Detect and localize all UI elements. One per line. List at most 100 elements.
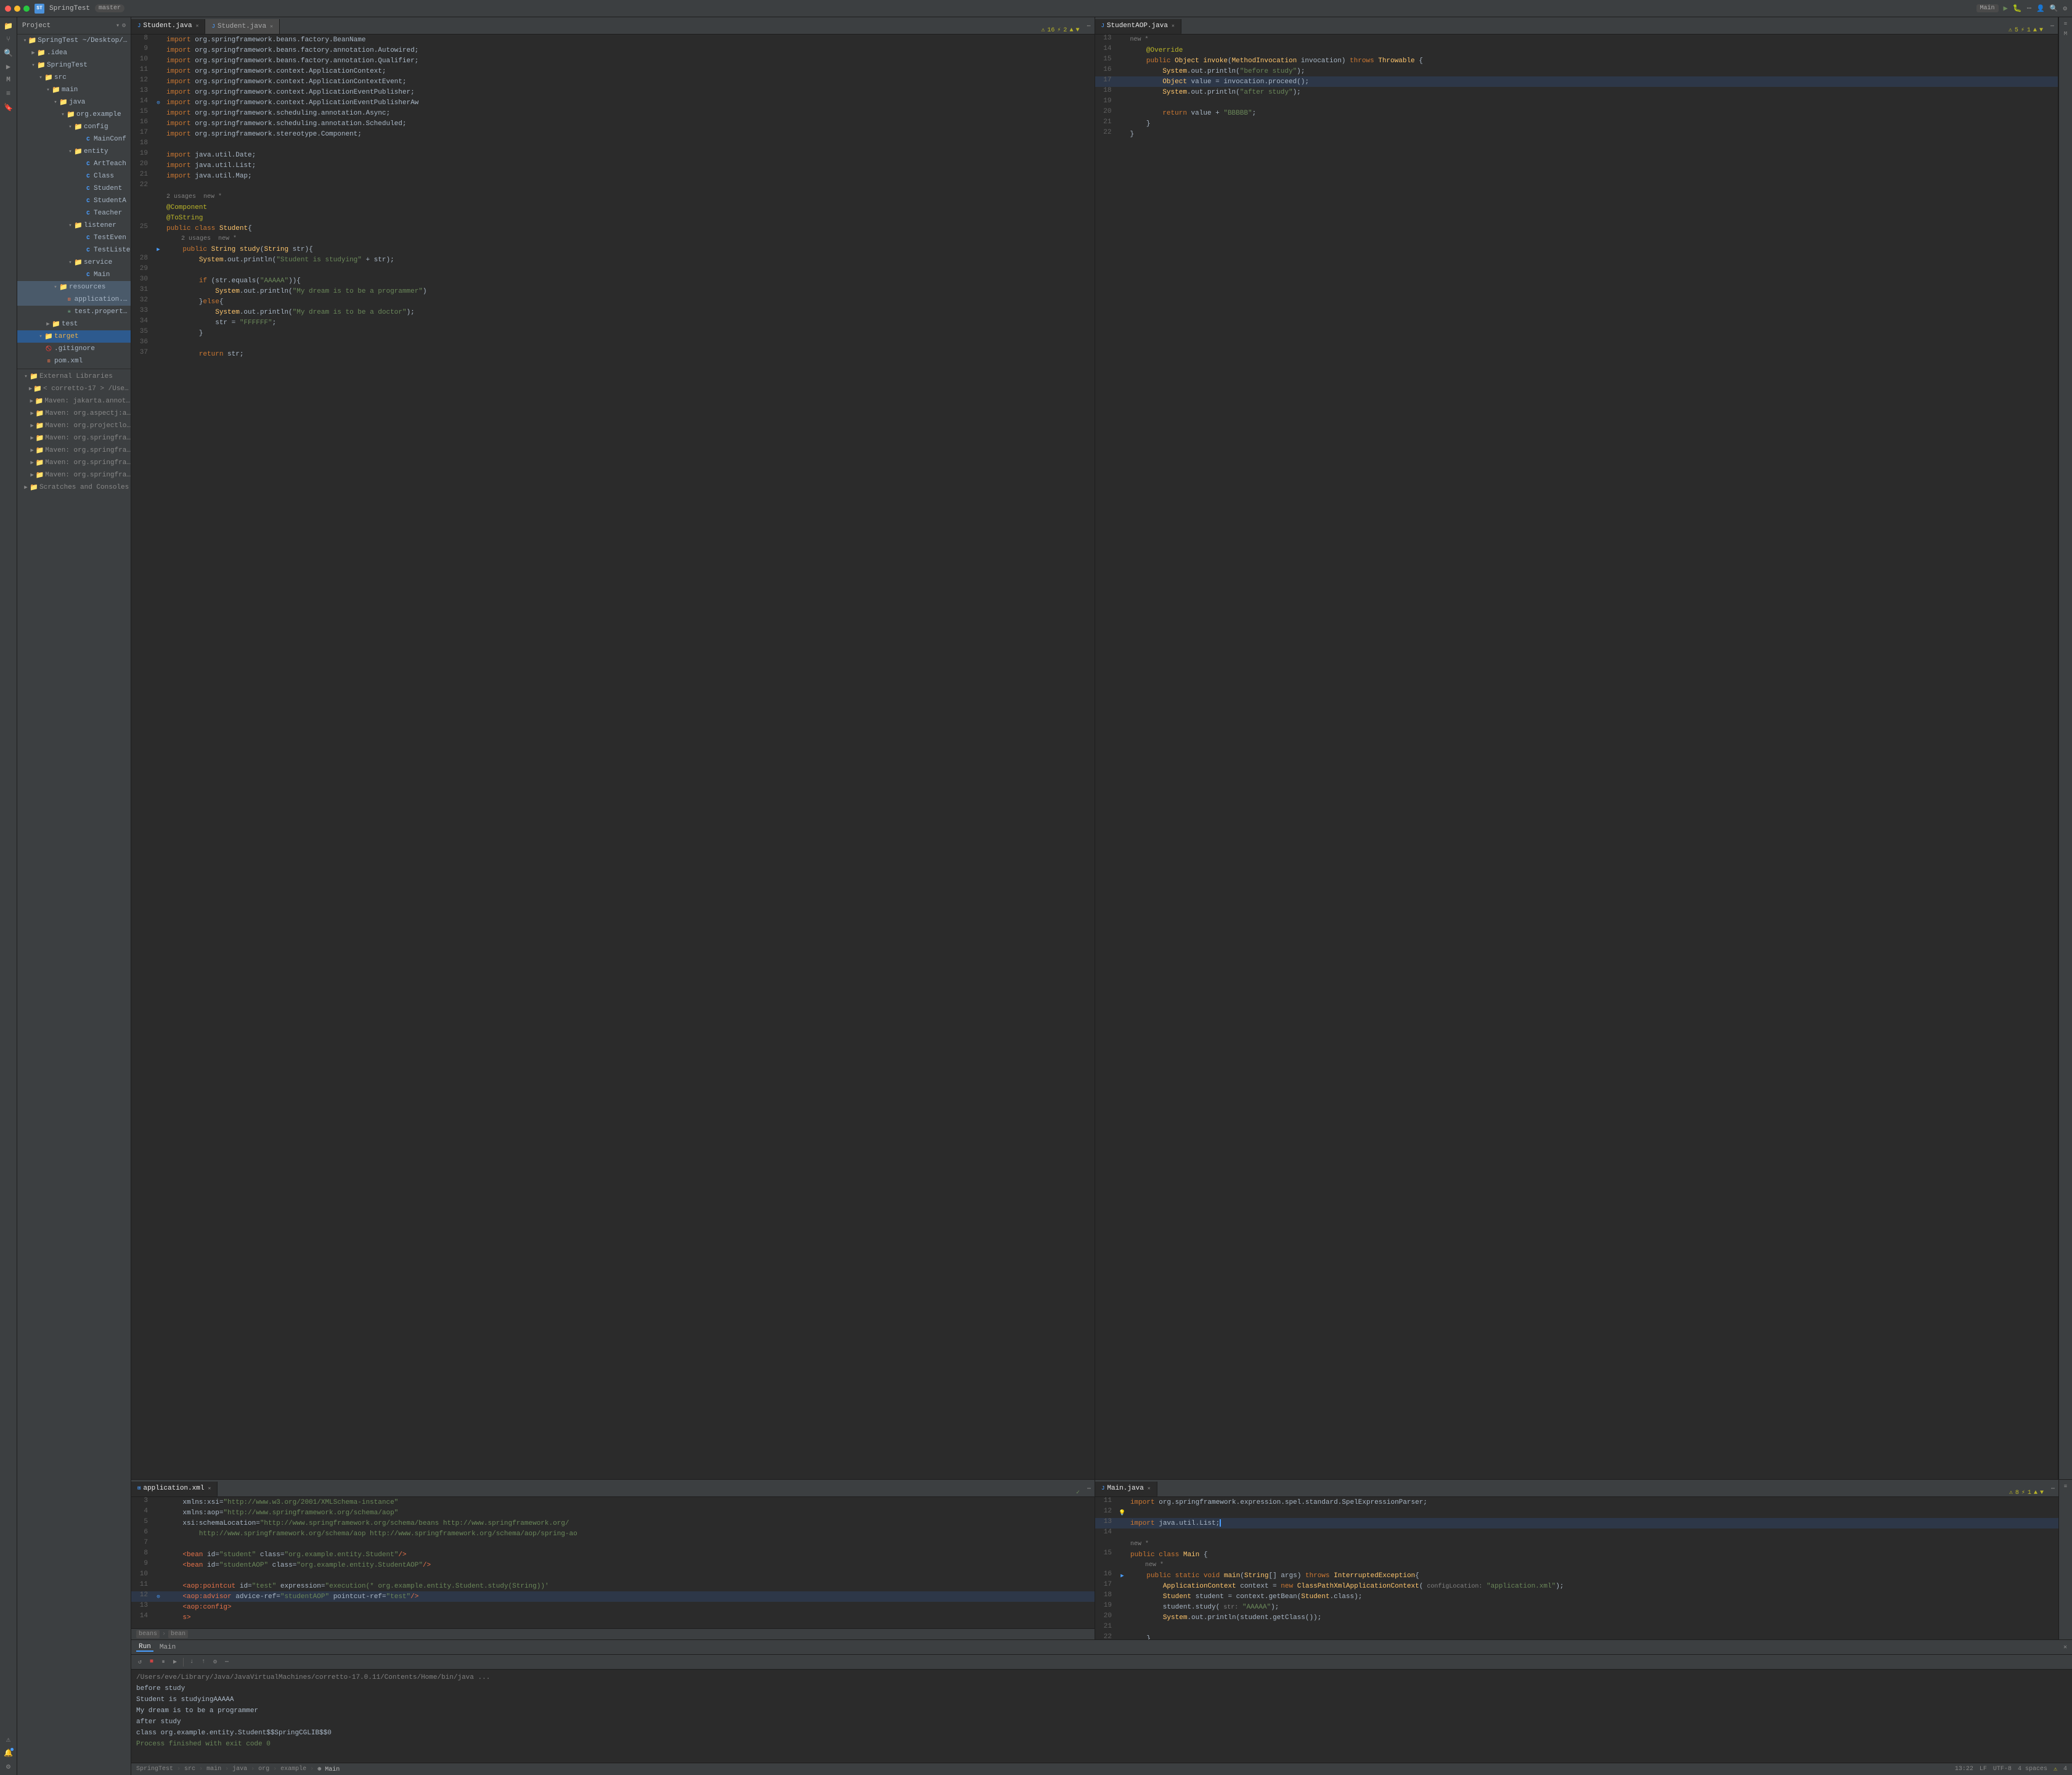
- tree-item-config[interactable]: ▾ 📁 config: [17, 121, 131, 133]
- tree-item-springtest[interactable]: ▾ 📁 SpringTest: [17, 59, 131, 71]
- tab-close-icon[interactable]: ✕: [208, 1485, 211, 1491]
- resume-button[interactable]: ▶: [170, 1657, 180, 1667]
- tree-item-test[interactable]: ▶ 📁 test: [17, 318, 131, 330]
- tab-main-java[interactable]: J Main.java ✕: [1095, 1482, 1157, 1496]
- panel-settings-icon[interactable]: ⚙: [122, 22, 126, 30]
- tab-close-icon[interactable]: ✕: [270, 23, 273, 30]
- notifications-icon[interactable]: 🔔: [2, 1747, 15, 1759]
- project-icon[interactable]: 📁: [2, 20, 15, 32]
- tree-item-main[interactable]: ▾ 📁 main: [17, 84, 131, 96]
- run-button[interactable]: ▶: [2004, 4, 2008, 13]
- pause-button[interactable]: ⏸: [158, 1657, 168, 1667]
- tree-item-main-service[interactable]: C Main: [17, 269, 131, 281]
- tab-menu-button[interactable]: ⋯: [2047, 19, 2058, 34]
- tree-item-springtest-root[interactable]: ▾ 📁 SpringTest ~/Desktop/CS/...: [17, 35, 131, 47]
- tree-item-maven-projectlombo[interactable]: ▶ 📁 Maven: org.projectlombo: [17, 420, 131, 432]
- problems-icon[interactable]: ⚠: [2, 1733, 15, 1745]
- structure-icon[interactable]: ≡: [2, 88, 15, 100]
- tree-item-listener[interactable]: ▾ 📁 listener: [17, 219, 131, 232]
- status-indent[interactable]: 4 spaces: [2018, 1766, 2047, 1773]
- run-tab-run[interactable]: Run: [136, 1643, 153, 1652]
- tab-menu-button[interactable]: ⋯: [1083, 19, 1094, 34]
- tab-student-java-2[interactable]: J Student.java ✕: [205, 19, 279, 34]
- profile-button[interactable]: 👤: [2036, 4, 2045, 13]
- tree-item-entity[interactable]: ▾ 📁 entity: [17, 145, 131, 158]
- tree-item-teacher[interactable]: C Teacher: [17, 207, 131, 219]
- commit-icon[interactable]: ⑂: [2, 33, 15, 46]
- run-debug-icon[interactable]: ▶: [2, 60, 15, 73]
- tree-item-test-properties[interactable]: ≡ test.properties: [17, 306, 131, 318]
- settings-button[interactable]: ⚙: [2063, 4, 2067, 13]
- bc-main-class[interactable]: ⊕ Main: [317, 1766, 340, 1773]
- search-button[interactable]: 🔍: [2050, 4, 2058, 13]
- tree-item-gitignore[interactable]: 🚫 .gitignore: [17, 343, 131, 355]
- more-run-button[interactable]: ⋯: [222, 1657, 232, 1667]
- tree-item-service[interactable]: ▾ 📁 service: [17, 256, 131, 269]
- tree-item-maven-sf2[interactable]: ▶ 📁 Maven: org.springframew: [17, 444, 131, 457]
- tree-item-maven-sf4[interactable]: ▶ 📁 Maven: org.springframew: [17, 469, 131, 481]
- tree-item-testevent[interactable]: C TestEven: [17, 232, 131, 244]
- code-editor-main[interactable]: 11 import org.springframework.expression…: [1095, 1497, 2058, 1639]
- tree-item-idea[interactable]: ▶ 📁 .idea: [17, 47, 131, 59]
- run-settings-button[interactable]: ⚙: [210, 1657, 220, 1667]
- tree-item-application-xml[interactable]: ⊠ application.xml: [17, 293, 131, 306]
- tree-item-studenta[interactable]: C StudentA: [17, 195, 131, 207]
- tree-item-scratches[interactable]: ▶ 📁 Scratches and Consoles: [17, 481, 131, 494]
- tree-item-target[interactable]: ▾ 📁 target: [17, 330, 131, 343]
- tree-item-external-libs[interactable]: ▾ 📁 External Libraries: [17, 370, 131, 383]
- bc-org[interactable]: org: [258, 1766, 269, 1773]
- branch-indicator[interactable]: master: [95, 4, 124, 12]
- code-editor-studentaop[interactable]: 13 new * 14 @Override 15: [1095, 35, 2058, 1479]
- bc-springtest[interactable]: SpringTest: [136, 1766, 173, 1773]
- tree-item-student[interactable]: C Student: [17, 182, 131, 195]
- panel-icon-bottom[interactable]: ≡: [2062, 1482, 2070, 1491]
- rerun-button[interactable]: ↺: [135, 1657, 145, 1667]
- tab-close-icon[interactable]: ✕: [196, 23, 199, 29]
- bc-example[interactable]: example: [280, 1766, 306, 1773]
- tree-item-pom[interactable]: ⊠ pom.xml: [17, 355, 131, 367]
- maven-icon[interactable]: M: [2, 74, 15, 86]
- close-button[interactable]: [5, 6, 11, 12]
- minimize-button[interactable]: [14, 6, 20, 12]
- tree-item-src[interactable]: ▾ 📁 src: [17, 71, 131, 84]
- tab-menu-button[interactable]: ⋯: [2047, 1482, 2058, 1496]
- tree-item-testliste[interactable]: C TestListe: [17, 244, 131, 256]
- tab-close-icon[interactable]: ✕: [1148, 1485, 1151, 1491]
- step-in-button[interactable]: ↓: [187, 1657, 197, 1667]
- status-line-ending[interactable]: LF: [1980, 1766, 1987, 1773]
- code-editor-student[interactable]: 8 import org.springframework.beans.facto…: [131, 35, 1095, 1479]
- bc-java[interactable]: java: [232, 1766, 247, 1773]
- tab-application-xml[interactable]: ⊠ application.xml ✕: [131, 1482, 218, 1496]
- bc-main[interactable]: main: [206, 1766, 221, 1773]
- run-panel-close-icon[interactable]: ✕: [2063, 1644, 2067, 1651]
- run-tab-main[interactable]: Main: [157, 1644, 178, 1651]
- tab-menu-button[interactable]: ⋯: [1083, 1482, 1095, 1496]
- settings-bottom-icon[interactable]: ⚙: [2, 1760, 15, 1773]
- find-icon[interactable]: 🔍: [2, 47, 15, 59]
- tree-item-maven-sf1[interactable]: ▶ 📁 Maven: org.springframew: [17, 432, 131, 444]
- panel-icon-2[interactable]: M: [2062, 30, 2070, 38]
- tree-item-java[interactable]: ▾ 📁 java: [17, 96, 131, 108]
- tab-student-java[interactable]: J Student.java ✕: [131, 19, 205, 34]
- bookmark-icon2[interactable]: 🔖: [2, 101, 15, 113]
- maximize-button[interactable]: [23, 6, 30, 12]
- tree-item-org-example[interactable]: ▾ 📁 org.example: [17, 108, 131, 121]
- stop-button[interactable]: ■: [147, 1657, 157, 1667]
- step-out-button[interactable]: ↑: [198, 1657, 208, 1667]
- tab-close-icon[interactable]: ✕: [1172, 23, 1175, 29]
- tree-item-maven-sf3[interactable]: ▶ 📁 Maven: org.springframew: [17, 457, 131, 469]
- tree-item-maven-jakarta[interactable]: ▶ 📁 Maven: jakarta.annotatio: [17, 395, 131, 407]
- bc-src[interactable]: src: [184, 1766, 195, 1773]
- tree-item-artteach[interactable]: C ArtTeach: [17, 158, 131, 170]
- window-controls[interactable]: [5, 6, 30, 12]
- tree-item-maven-aspectj[interactable]: ▶ 📁 Maven: org.aspectj:aspe: [17, 407, 131, 420]
- more-button[interactable]: ⋯: [2027, 4, 2031, 13]
- tree-item-corretto[interactable]: ▶ 📁 < corretto-17 > /Users/e...: [17, 383, 131, 395]
- debug-button[interactable]: 🐛: [2013, 4, 2022, 13]
- xml-tag-bean[interactable]: bean: [168, 1630, 188, 1638]
- tab-studentaop-java[interactable]: J StudentAOP.java ✕: [1095, 19, 1181, 34]
- status-encoding[interactable]: UTF-8: [1993, 1766, 2012, 1773]
- tree-item-resources[interactable]: ▾ 📁 resources: [17, 281, 131, 293]
- code-editor-xml[interactable]: 3 xmlns:xsi="http://www.w3.org/2001/XMLS…: [131, 1497, 1095, 1628]
- xml-tag-beans[interactable]: beans: [136, 1630, 160, 1638]
